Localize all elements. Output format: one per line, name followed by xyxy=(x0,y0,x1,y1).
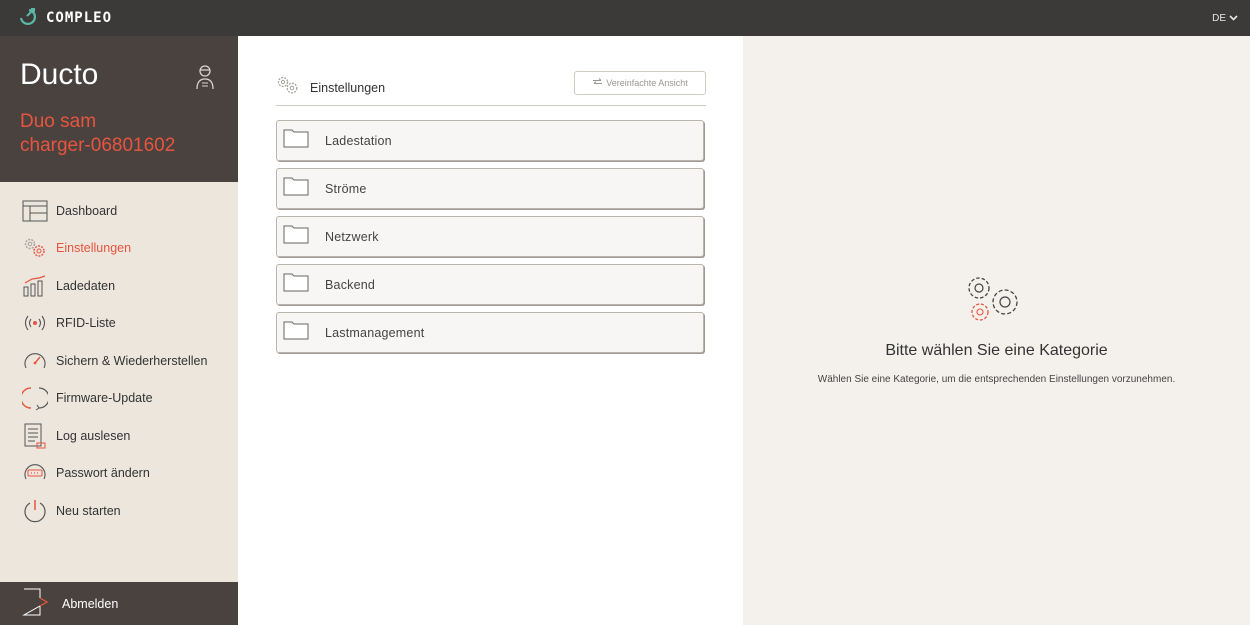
page-title: Einstellungen xyxy=(310,80,386,95)
sidebar-item-password[interactable]: Passwort ändern xyxy=(0,455,238,493)
gears-icon xyxy=(961,274,1033,329)
category-label: Ladestation xyxy=(325,133,392,148)
folder-icon xyxy=(283,320,309,345)
device-header: Ducto Duo sam charger-06801602 xyxy=(0,36,238,182)
sidebar-item-settings[interactable]: Einstellungen xyxy=(0,230,238,268)
brand-logo[interactable]: COMPLEO xyxy=(18,7,112,30)
folder-icon xyxy=(283,224,309,249)
sidebar-item-label: Dashboard xyxy=(56,203,118,218)
sidebar-item-backup[interactable]: Sichern & Wiederherstellen xyxy=(0,342,238,380)
sidebar-item-dashboard[interactable]: Dashboard xyxy=(0,192,238,230)
user-icon[interactable] xyxy=(194,64,216,95)
refresh-icon xyxy=(22,385,48,411)
swap-icon xyxy=(592,78,603,88)
chart-icon xyxy=(22,273,48,299)
dashboard-icon xyxy=(22,198,48,224)
folder-icon xyxy=(283,128,309,153)
brand-name: COMPLEO xyxy=(46,10,113,26)
simple-view-label: Vereinfachte Ansicht xyxy=(606,78,688,88)
device-serial: charger-06801602 xyxy=(20,135,176,156)
detail-subtitle: Wählen Sie eine Kategorie, um die entspr… xyxy=(817,374,1176,385)
sidebar-item-label: Firmware-Update xyxy=(56,391,153,406)
sidebar-item-label: Einstellungen xyxy=(56,241,132,256)
password-icon xyxy=(22,460,48,486)
device-model: Duo sam xyxy=(20,111,97,132)
top-bar: COMPLEO DE xyxy=(0,0,1250,36)
chevron-down-icon xyxy=(1229,13,1238,24)
rfid-icon xyxy=(22,310,48,336)
device-subtitle: Duo sam charger-06801602 xyxy=(20,110,222,158)
detail-title: Bitte wählen Sie eine Kategorie xyxy=(885,342,1108,359)
category-label: Netzwerk xyxy=(325,229,379,244)
folder-icon xyxy=(283,176,309,201)
sidebar-item-restart[interactable]: Neu starten xyxy=(0,492,238,530)
category-netzwerk[interactable]: Netzwerk xyxy=(276,216,704,257)
log-icon xyxy=(22,423,48,449)
sidebar-item-label: RFID-Liste xyxy=(56,316,116,331)
sidebar-item-label: Ladedaten xyxy=(56,278,116,293)
plug-icon xyxy=(18,7,40,30)
category-ladestation[interactable]: Ladestation xyxy=(276,120,704,161)
category-lastmanagement[interactable]: Lastmanagement xyxy=(276,312,704,353)
language-label: DE xyxy=(1212,12,1226,24)
folder-icon xyxy=(283,272,309,297)
sidebar-item-firmware[interactable]: Firmware-Update xyxy=(0,380,238,418)
settings-header: Einstellungen Vereinfachte Ansicht xyxy=(276,70,706,106)
category-label: Lastmanagement xyxy=(325,325,425,340)
power-icon xyxy=(22,498,48,524)
simple-view-button[interactable]: Vereinfachte Ansicht xyxy=(574,71,706,95)
category-label: Ströme xyxy=(325,181,367,196)
settings-icon xyxy=(22,235,48,261)
sidebar-nav: Dashboard Einstellungen Ladedaten RFID-L… xyxy=(0,182,238,530)
category-backend[interactable]: Backend xyxy=(276,264,704,305)
sidebar-item-label: Sichern & Wiederherstellen xyxy=(56,353,208,368)
settings-panel: Einstellungen Vereinfachte Ansicht Lades… xyxy=(238,36,743,625)
category-label: Backend xyxy=(325,277,376,292)
sidebar-item-log[interactable]: Log auslesen xyxy=(0,417,238,455)
sidebar-item-label: Neu starten xyxy=(56,503,121,518)
sidebar-item-rfid[interactable]: RFID-Liste xyxy=(0,305,238,343)
category-stroeme[interactable]: Ströme xyxy=(276,168,704,209)
logout-icon xyxy=(22,587,49,620)
sidebar-item-label: Passwort ändern xyxy=(56,466,150,481)
language-selector[interactable]: DE xyxy=(1212,13,1238,24)
sidebar-item-ladedaten[interactable]: Ladedaten xyxy=(0,267,238,305)
sidebar-item-label: Log auslesen xyxy=(56,428,131,443)
settings-icon xyxy=(276,75,300,100)
sidebar: Ducto Duo sam charger-06801602 Dashboard xyxy=(0,36,238,625)
gauge-icon xyxy=(22,348,48,374)
category-list: Ladestation Ströme Netzwerk Backend Last… xyxy=(276,120,704,360)
logout-label: Abmelden xyxy=(62,596,119,611)
device-name: Ducto xyxy=(20,58,99,91)
logout-button[interactable]: Abmelden xyxy=(0,582,238,625)
detail-panel: Bitte wählen Sie eine Kategorie Wählen S… xyxy=(743,36,1250,625)
